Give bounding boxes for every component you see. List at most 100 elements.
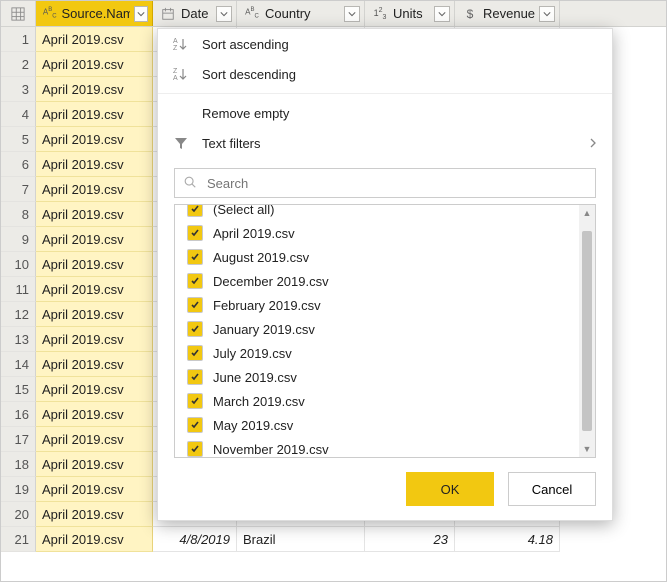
cell-source[interactable]: April 2019.csv <box>36 77 153 102</box>
cell-country[interactable]: Brazil <box>237 527 365 552</box>
cell-source[interactable]: April 2019.csv <box>36 527 153 552</box>
checkbox-checked-icon[interactable] <box>187 369 203 385</box>
cell-source[interactable]: April 2019.csv <box>36 377 153 402</box>
filter-value-item[interactable]: February 2019.csv <box>175 293 579 317</box>
cell-source[interactable]: April 2019.csv <box>36 352 153 377</box>
filter-value-item[interactable]: August 2019.csv <box>175 245 579 269</box>
ok-button[interactable]: OK <box>406 472 494 506</box>
checkbox-checked-icon[interactable] <box>187 345 203 361</box>
cancel-button[interactable]: Cancel <box>508 472 596 506</box>
cell-source[interactable]: April 2019.csv <box>36 327 153 352</box>
checkbox-checked-icon[interactable] <box>187 297 203 313</box>
row-number[interactable]: 19 <box>1 477 36 502</box>
filter-dropdown-button[interactable] <box>344 6 360 22</box>
column-header-date[interactable]: Date <box>153 1 237 26</box>
cell-source[interactable]: April 2019.csv <box>36 277 153 302</box>
filter-dropdown-button[interactable] <box>134 6 148 22</box>
cell-date[interactable]: 4/8/2019 <box>153 527 237 552</box>
cell-source[interactable]: April 2019.csv <box>36 252 153 277</box>
row-number[interactable]: 17 <box>1 427 36 452</box>
row-number[interactable]: 16 <box>1 402 36 427</box>
cell-source[interactable]: April 2019.csv <box>36 102 153 127</box>
svg-text:Z: Z <box>173 45 178 52</box>
checkbox-checked-icon[interactable] <box>187 441 203 457</box>
row-number[interactable]: 21 <box>1 527 36 552</box>
sort-desc-icon: ZA <box>172 65 190 83</box>
row-number[interactable]: 18 <box>1 452 36 477</box>
filter-value-item[interactable]: January 2019.csv <box>175 317 579 341</box>
row-number[interactable]: 1 <box>1 27 36 52</box>
row-number[interactable]: 10 <box>1 252 36 277</box>
cell-source[interactable]: April 2019.csv <box>36 477 153 502</box>
row-number[interactable]: 11 <box>1 277 36 302</box>
filter-value-item[interactable]: March 2019.csv <box>175 389 579 413</box>
column-header-source-name[interactable]: ABC Source.Name <box>36 1 153 26</box>
scroll-down-arrow[interactable]: ▼ <box>579 441 595 457</box>
row-number[interactable]: 8 <box>1 202 36 227</box>
filter-value-item[interactable]: April 2019.csv <box>175 221 579 245</box>
row-number[interactable]: 15 <box>1 377 36 402</box>
table-icon <box>11 7 25 21</box>
row-number[interactable]: 2 <box>1 52 36 77</box>
select-all-corner[interactable] <box>1 1 36 26</box>
cell-source[interactable]: April 2019.csv <box>36 52 153 77</box>
row-number[interactable]: 13 <box>1 327 36 352</box>
cell-revenue[interactable]: 4.18 <box>455 527 560 552</box>
cell-source[interactable]: April 2019.csv <box>36 502 153 527</box>
filter-dropdown-button[interactable] <box>434 6 450 22</box>
cell-source[interactable]: April 2019.csv <box>36 152 153 177</box>
column-header-country[interactable]: ABC Country <box>237 1 365 26</box>
filter-dropdown-button[interactable] <box>216 6 232 22</box>
cell-source[interactable]: April 2019.csv <box>36 302 153 327</box>
filter-value-item[interactable]: November 2019.csv <box>175 437 579 458</box>
row-number[interactable]: 3 <box>1 77 36 102</box>
cell-source[interactable]: April 2019.csv <box>36 227 153 252</box>
checkbox-checked-icon[interactable] <box>187 393 203 409</box>
row-number[interactable]: 7 <box>1 177 36 202</box>
cell-source[interactable]: April 2019.csv <box>36 202 153 227</box>
cell-source[interactable]: April 2019.csv <box>36 27 153 52</box>
filter-icon <box>172 134 190 152</box>
cell-source[interactable]: April 2019.csv <box>36 177 153 202</box>
filter-value-label: January 2019.csv <box>213 322 315 337</box>
sort-descending-item[interactable]: ZA Sort descending <box>158 59 612 89</box>
filter-value-item[interactable]: July 2019.csv <box>175 341 579 365</box>
row-number[interactable]: 12 <box>1 302 36 327</box>
filter-value-item[interactable]: (Select all) <box>175 204 579 221</box>
filter-value-item[interactable]: May 2019.csv <box>175 413 579 437</box>
row-number[interactable]: 9 <box>1 227 36 252</box>
cell-source[interactable]: April 2019.csv <box>36 427 153 452</box>
checkbox-checked-icon[interactable] <box>187 321 203 337</box>
row-number[interactable]: 20 <box>1 502 36 527</box>
row-number[interactable]: 14 <box>1 352 36 377</box>
chevron-right-icon <box>588 136 598 151</box>
scroll-up-arrow[interactable]: ▲ <box>579 205 595 221</box>
scrollbar-thumb[interactable] <box>582 231 592 431</box>
column-header-units[interactable]: 123 Units <box>365 1 455 26</box>
text-filters-item[interactable]: Text filters <box>158 128 612 158</box>
checkbox-checked-icon[interactable] <box>187 249 203 265</box>
row-number[interactable]: 5 <box>1 127 36 152</box>
filter-dropdown-button[interactable] <box>539 6 555 22</box>
checkbox-checked-icon[interactable] <box>187 225 203 241</box>
filter-value-item[interactable]: December 2019.csv <box>175 269 579 293</box>
filter-value-item[interactable]: June 2019.csv <box>175 365 579 389</box>
checkbox-checked-icon[interactable] <box>187 273 203 289</box>
remove-empty-item[interactable]: Remove empty <box>158 98 612 128</box>
sort-ascending-item[interactable]: AZ Sort ascending <box>158 29 612 59</box>
checkbox-checked-icon[interactable] <box>187 417 203 433</box>
table-row[interactable]: 21April 2019.csv4/8/2019Brazil234.18 <box>1 527 666 552</box>
cell-source[interactable]: April 2019.csv <box>36 452 153 477</box>
row-number[interactable]: 4 <box>1 102 36 127</box>
cell-units[interactable]: 23 <box>365 527 455 552</box>
cell-source[interactable]: April 2019.csv <box>36 127 153 152</box>
scrollbar[interactable]: ▲ ▼ <box>579 205 595 457</box>
filter-value-label: November 2019.csv <box>213 442 329 457</box>
filter-value-label: July 2019.csv <box>213 346 292 361</box>
column-header-revenue[interactable]: $ Revenue <box>455 1 560 26</box>
search-input[interactable] <box>205 175 587 192</box>
search-box[interactable] <box>174 168 596 198</box>
row-number[interactable]: 6 <box>1 152 36 177</box>
cell-source[interactable]: April 2019.csv <box>36 402 153 427</box>
checkbox-checked-icon[interactable] <box>187 204 203 217</box>
